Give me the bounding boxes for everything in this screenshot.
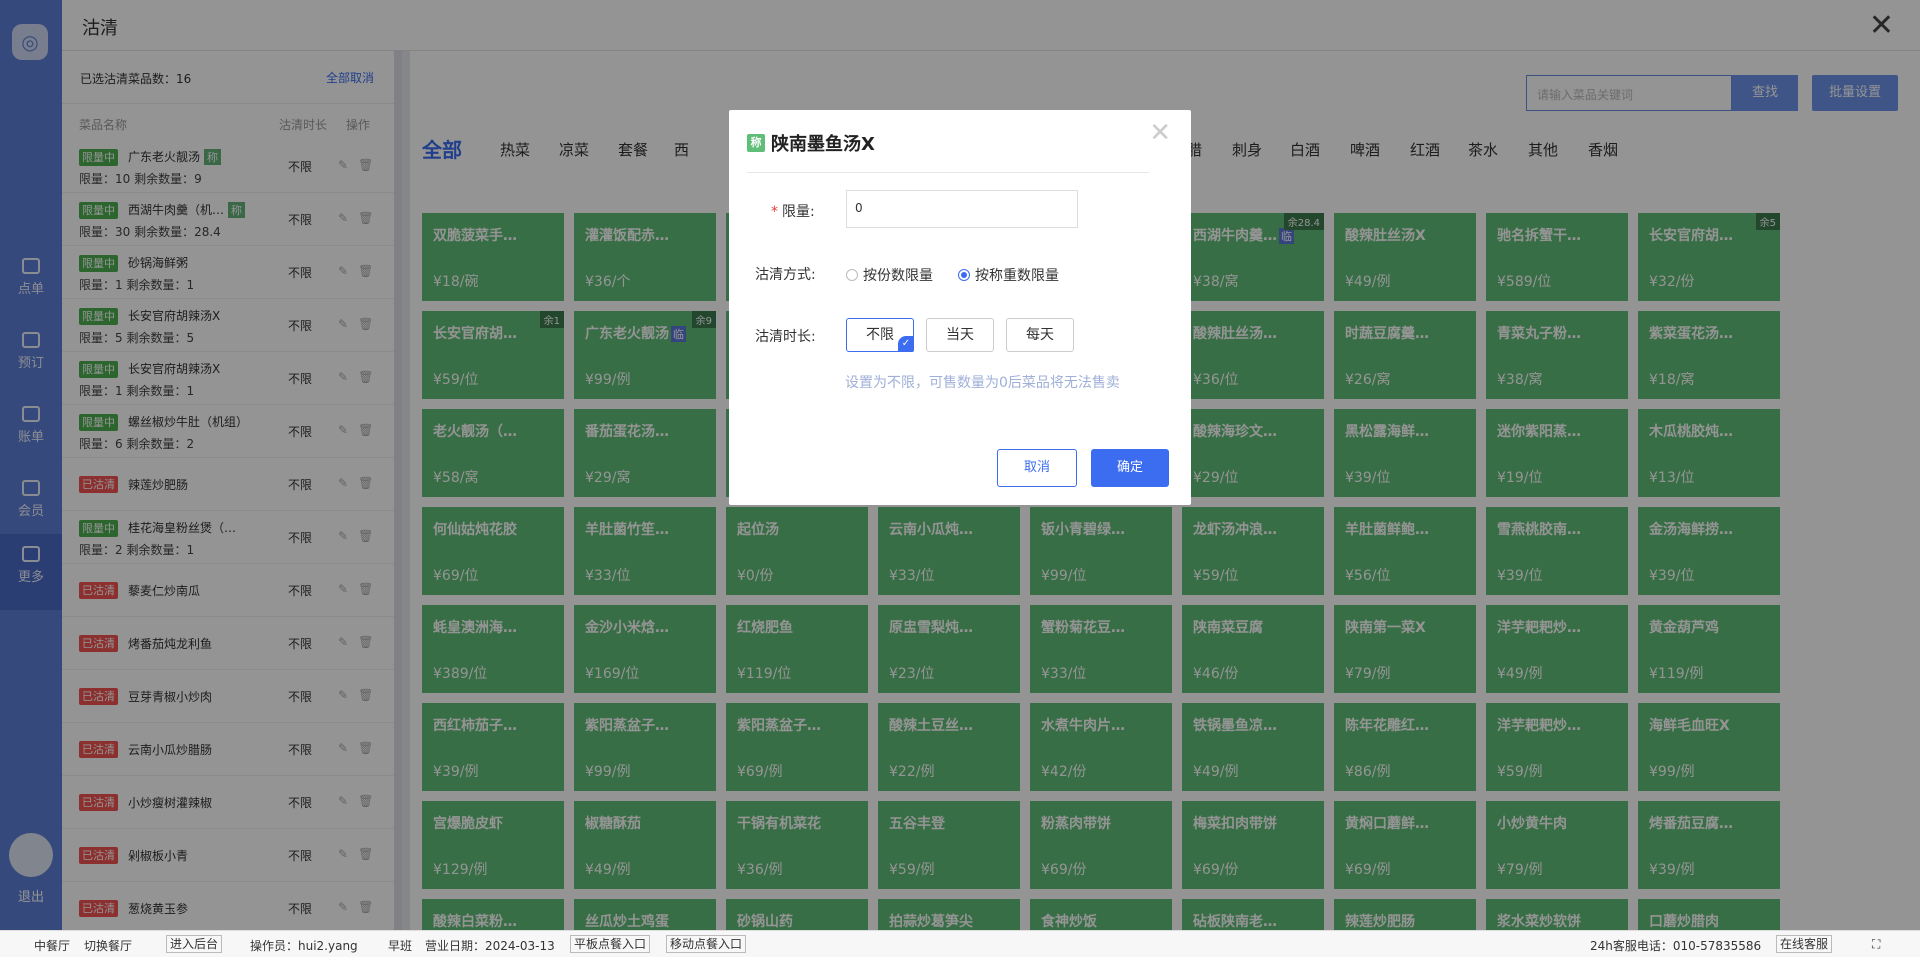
radio-circle-selected — [958, 269, 970, 281]
radio-by-weight[interactable]: 按称重数限量 — [958, 265, 1059, 285]
cancel-button[interactable]: 取消 — [997, 449, 1077, 487]
duration-hint: 设置为不限，可售数量为0后菜品将无法售卖 — [845, 375, 1120, 391]
duration-unlimited-button[interactable]: 不限 ✓ — [846, 318, 914, 352]
radio-by-portion-label: 按份数限量 — [863, 268, 933, 284]
operator: 操作员：hui2.yang — [250, 939, 358, 953]
duration-unlimited-label: 不限 — [866, 327, 894, 343]
radio-circle — [846, 269, 858, 281]
duration-today-button[interactable]: 当天 — [926, 318, 994, 352]
check-icon: ✓ — [898, 336, 914, 352]
dialog-divider — [747, 172, 1149, 173]
mobile-order-entry[interactable]: 移动点餐入口 — [666, 935, 747, 953]
weigh-chip: 称 — [747, 134, 765, 152]
method-label: 沽清方式: — [755, 267, 816, 283]
online-service[interactable]: 在线客服 — [1776, 935, 1833, 953]
radio-by-weight-label: 按称重数限量 — [975, 268, 1059, 284]
dialog-close-icon[interactable]: ✕ — [1149, 118, 1171, 148]
radio-by-portion[interactable]: 按份数限量 — [846, 265, 933, 285]
limit-label: * 限量: — [771, 201, 815, 221]
pad-order-entry[interactable]: 平板点餐入口 — [570, 935, 651, 953]
status-bar: 中餐厅 切换餐厅 进入后台 操作员：hui2.yang 早班 营业日期：2024… — [0, 930, 1920, 957]
limit-dialog: 称 陕南墨鱼汤X ✕ * 限量: 0 沽清方式: 按份数限量 按称重数限量 沽清时… — [729, 110, 1191, 505]
shift: 早班 — [388, 939, 413, 953]
business-date: 营业日期：2024-03-13 — [425, 939, 555, 953]
required-mark: * — [771, 204, 778, 220]
dialog-title: 陕南墨鱼汤X — [771, 134, 875, 155]
hotline: 24h客服电话：010-57835586 — [1590, 939, 1762, 953]
restaurant-name: 中餐厅 — [34, 939, 71, 953]
duration-daily-button[interactable]: 每天 — [1006, 318, 1074, 352]
limit-label-text: 限量: — [782, 204, 815, 220]
duration-label: 沽清时长: — [755, 329, 816, 345]
switch-restaurant[interactable]: 切换餐厅 — [84, 937, 132, 954]
dialog-header: 称 陕南墨鱼汤X — [747, 130, 875, 156]
backend-entry[interactable]: 进入后台 — [166, 935, 223, 953]
fullscreen-icon[interactable]: ⛶ — [1872, 937, 1880, 952]
limit-input[interactable]: 0 — [846, 190, 1078, 228]
confirm-button[interactable]: 确定 — [1091, 449, 1169, 487]
